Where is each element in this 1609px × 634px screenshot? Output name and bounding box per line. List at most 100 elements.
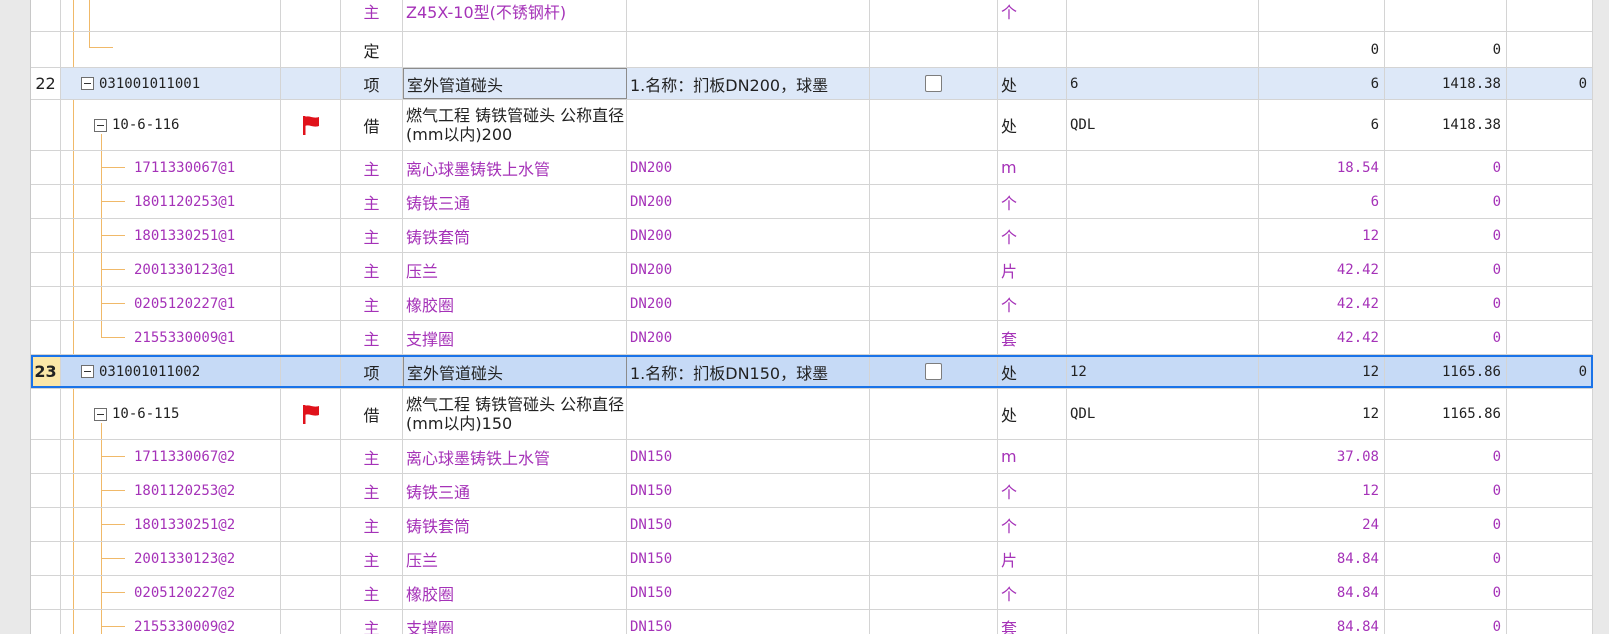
code-cell[interactable]: 1801330251@1	[61, 219, 281, 252]
quantity-expression-cell[interactable]	[1067, 219, 1259, 252]
code-cell[interactable]: 1801120253@2	[61, 474, 281, 507]
name-cell[interactable]: 室外管道碰头	[403, 355, 627, 388]
name-cell[interactable]: 压兰	[403, 542, 627, 575]
table-row[interactable]: 1801330251@1 主 铸铁套筒 DN200 个 12 0	[31, 219, 1593, 253]
feature-cell[interactable]: DN200	[627, 185, 870, 218]
table-row[interactable]: 1711330067@1 主 离心球墨铸铁上水管 DN200 m 18.54 0	[31, 151, 1593, 185]
collapse-toggle-icon[interactable]	[94, 407, 107, 421]
code-cell[interactable]: 0205120227@2	[61, 576, 281, 609]
table-row[interactable]: 1801120253@1 主 铸铁三通 DN200 个 6 0	[31, 185, 1593, 219]
collapse-toggle-icon[interactable]	[94, 118, 107, 132]
feature-cell[interactable]: DN200	[627, 253, 870, 286]
code-cell[interactable]: 1711330067@1	[61, 151, 281, 184]
table-row[interactable]: 23 031001011002 项 室外管道碰头 1.名称：扪板DN150，球墨 处 12 1…	[31, 355, 1593, 389]
quantity-expression-cell[interactable]	[1067, 185, 1259, 218]
collapse-toggle-icon[interactable]	[81, 365, 94, 378]
quantity-expression-cell[interactable]	[1067, 151, 1259, 184]
quantity-expression-cell[interactable]	[1067, 576, 1259, 609]
code-cell[interactable]: 10-6-115	[61, 389, 281, 439]
checkbox[interactable]	[925, 363, 942, 380]
table-row[interactable]: 10-6-116 借 燃气工程 铸铁管碰头 公称直径(mm以内)200 处 QDL 6 14…	[31, 100, 1593, 151]
quantity-expression-cell[interactable]	[1067, 0, 1259, 31]
name-cell[interactable]: 压兰	[403, 253, 627, 286]
name-cell[interactable]	[403, 32, 627, 67]
feature-cell[interactable]: DN200	[627, 151, 870, 184]
feature-cell[interactable]	[627, 0, 870, 31]
table-row[interactable]: 0205120227@1 主 橡胶圈 DN200 个 42.42 0	[31, 287, 1593, 321]
code-cell[interactable]: 2155330009@1	[61, 321, 281, 354]
name-cell[interactable]: 铸铁三通	[403, 185, 627, 218]
name-cell[interactable]: 离心球墨铸铁上水管	[403, 151, 627, 184]
name-cell[interactable]: 室外管道碰头	[403, 68, 627, 99]
code-cell[interactable]: 1801120253@1	[61, 185, 281, 218]
feature-cell[interactable]: DN150	[627, 542, 870, 575]
name-cell[interactable]: 离心球墨铸铁上水管	[403, 440, 627, 473]
quantity-expression-cell[interactable]	[1067, 32, 1259, 67]
code-cell[interactable]: 2001330123@2	[61, 542, 281, 575]
table-row[interactable]: 10-6-115 借 燃气工程 铸铁管碰头 公称直径(mm以内)150 处 QDL 12 1…	[31, 389, 1593, 440]
code-cell[interactable]	[61, 0, 281, 31]
code-cell[interactable]	[61, 32, 281, 67]
collapse-toggle-icon[interactable]	[81, 77, 94, 90]
feature-cell[interactable]: DN150	[627, 576, 870, 609]
name-cell[interactable]: 燃气工程 铸铁管碰头 公称直径(mm以内)150	[403, 389, 627, 439]
row-index-cell	[31, 474, 61, 507]
quantity-expression-cell[interactable]	[1067, 440, 1259, 473]
table-row[interactable]: 1801330251@2 主 铸铁套筒 DN150 个 24 0	[31, 508, 1593, 542]
table-row[interactable]: 1711330067@2 主 离心球墨铸铁上水管 DN150 m 37.08 0	[31, 440, 1593, 474]
feature-cell[interactable]: DN200	[627, 287, 870, 320]
quantity-expression-cell[interactable]	[1067, 253, 1259, 286]
feature-cell[interactable]	[627, 100, 870, 150]
quantity-expression-cell[interactable]	[1067, 287, 1259, 320]
code-cell[interactable]: 0205120227@1	[61, 287, 281, 320]
table-row[interactable]: 2001330123@2 主 压兰 DN150 片 84.84 0	[31, 542, 1593, 576]
code-cell[interactable]: 1801330251@2	[61, 508, 281, 541]
name-cell[interactable]: 燃气工程 铸铁管碰头 公称直径(mm以内)200	[403, 100, 627, 150]
quantity-expression-cell[interactable]: 6	[1067, 68, 1259, 99]
table-row[interactable]: 定 0 0	[31, 32, 1593, 68]
name-cell[interactable]: Z45X-10型(不锈钢杆)	[403, 0, 627, 31]
table-row[interactable]: 1801120253@2 主 铸铁三通 DN150 个 12 0	[31, 474, 1593, 508]
quantity-expression-cell[interactable]	[1067, 321, 1259, 354]
table-row[interactable]: 22 031001011001 项 室外管道碰头 1.名称：扪板DN200，球墨 处 6 6 1…	[31, 68, 1593, 100]
quantity-expression-cell[interactable]	[1067, 508, 1259, 541]
feature-cell[interactable]: DN200	[627, 219, 870, 252]
table-row[interactable]: 2001330123@1 主 压兰 DN200 片 42.42 0	[31, 253, 1593, 287]
quantity-expression-cell[interactable]: 12	[1067, 355, 1259, 388]
quantity-expression-cell[interactable]: QDL	[1067, 100, 1259, 150]
quantity-expression-cell[interactable]: QDL	[1067, 389, 1259, 439]
feature-cell[interactable]: 1.名称：扪板DN200，球墨	[627, 68, 870, 99]
name-cell[interactable]: 铸铁套筒	[403, 219, 627, 252]
table-row[interactable]: 主 Z45X-10型(不锈钢杆) 个	[31, 0, 1593, 32]
feature-cell[interactable]: 1.名称：扪板DN150，球墨	[627, 355, 870, 388]
feature-cell[interactable]	[627, 32, 870, 67]
code-cell[interactable]: 2155330009@2	[61, 610, 281, 634]
name-cell[interactable]: 铸铁三通	[403, 474, 627, 507]
table-row[interactable]: 2155330009@1 主 支撑圈 DN200 套 42.42 0	[31, 321, 1593, 355]
code-cell[interactable]: 10-6-116	[61, 100, 281, 150]
unit-price-cell-text: 0	[1492, 41, 1501, 58]
feature-cell[interactable]: DN150	[627, 508, 870, 541]
table-row[interactable]: 2155330009@2 主 支撑圈 DN150 套 84.84 0	[31, 610, 1593, 634]
quantity-expression-cell[interactable]	[1067, 610, 1259, 634]
name-cell[interactable]: 铸铁套筒	[403, 508, 627, 541]
table-row[interactable]: 0205120227@2 主 橡胶圈 DN150 个 84.84 0	[31, 576, 1593, 610]
name-cell[interactable]: 橡胶圈	[403, 287, 627, 320]
row-index-cell	[31, 440, 61, 473]
name-cell[interactable]: 支撑圈	[403, 610, 627, 634]
feature-cell[interactable]: DN150	[627, 440, 870, 473]
feature-cell[interactable]: DN150	[627, 610, 870, 634]
code-text: 2155330009@1	[134, 329, 236, 346]
code-cell[interactable]: 031001011002	[61, 355, 281, 388]
quantity-expression-cell[interactable]	[1067, 542, 1259, 575]
name-cell[interactable]: 支撑圈	[403, 321, 627, 354]
quantity-expression-cell[interactable]	[1067, 474, 1259, 507]
feature-cell[interactable]: DN150	[627, 474, 870, 507]
feature-cell[interactable]: DN200	[627, 321, 870, 354]
code-cell[interactable]: 031001011001	[61, 68, 281, 99]
name-cell[interactable]: 橡胶圈	[403, 576, 627, 609]
code-cell[interactable]: 1711330067@2	[61, 440, 281, 473]
code-cell[interactable]: 2001330123@1	[61, 253, 281, 286]
feature-cell[interactable]	[627, 389, 870, 439]
checkbox[interactable]	[925, 75, 942, 92]
